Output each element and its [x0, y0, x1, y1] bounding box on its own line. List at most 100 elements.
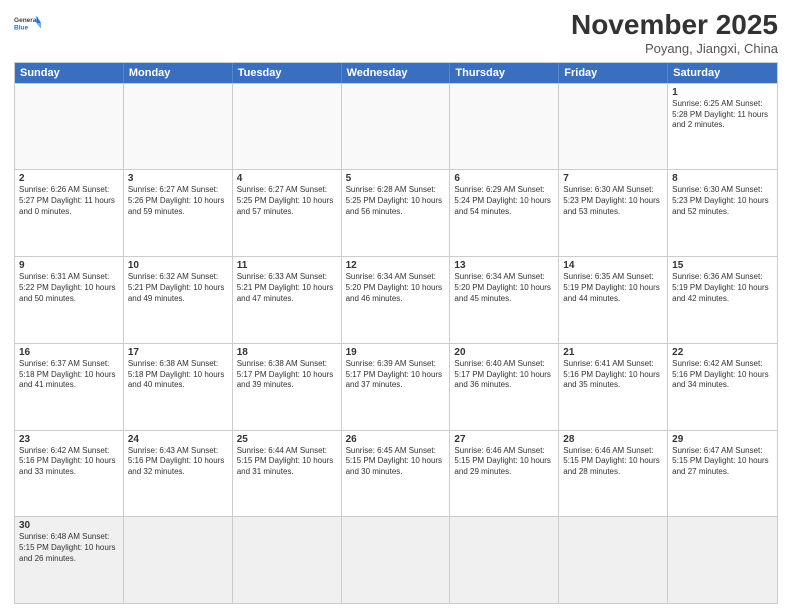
logo: GeneralBlue — [14, 10, 42, 38]
cell-info: Sunrise: 6:26 AM Sunset: 5:27 PM Dayligh… — [19, 185, 119, 217]
header: GeneralBlue November 2025 Poyang, Jiangx… — [14, 10, 778, 56]
calendar-body: 1Sunrise: 6:25 AM Sunset: 5:28 PM Daylig… — [15, 83, 777, 603]
cal-cell-r3-c5: 21Sunrise: 6:41 AM Sunset: 5:16 PM Dayli… — [559, 344, 668, 430]
cal-cell-r3-c6: 22Sunrise: 6:42 AM Sunset: 5:16 PM Dayli… — [668, 344, 777, 430]
day-number: 16 — [19, 347, 119, 358]
day-number: 5 — [346, 173, 446, 184]
day-number: 11 — [237, 260, 337, 271]
cal-cell-r2-c4: 13Sunrise: 6:34 AM Sunset: 5:20 PM Dayli… — [450, 257, 559, 343]
header-monday: Monday — [124, 63, 233, 83]
cal-cell-r2-c5: 14Sunrise: 6:35 AM Sunset: 5:19 PM Dayli… — [559, 257, 668, 343]
cal-cell-r2-c3: 12Sunrise: 6:34 AM Sunset: 5:20 PM Dayli… — [342, 257, 451, 343]
cal-cell-r1-c0: 2Sunrise: 6:26 AM Sunset: 5:27 PM Daylig… — [15, 170, 124, 256]
cal-cell-r5-c6 — [668, 517, 777, 603]
day-number: 4 — [237, 173, 337, 184]
cell-info: Sunrise: 6:34 AM Sunset: 5:20 PM Dayligh… — [454, 272, 554, 304]
day-number: 23 — [19, 434, 119, 445]
cell-info: Sunrise: 6:39 AM Sunset: 5:17 PM Dayligh… — [346, 359, 446, 391]
cal-cell-r4-c3: 26Sunrise: 6:45 AM Sunset: 5:15 PM Dayli… — [342, 431, 451, 517]
day-number: 17 — [128, 347, 228, 358]
cal-cell-r4-c6: 29Sunrise: 6:47 AM Sunset: 5:15 PM Dayli… — [668, 431, 777, 517]
cal-cell-r3-c2: 18Sunrise: 6:38 AM Sunset: 5:17 PM Dayli… — [233, 344, 342, 430]
cal-cell-r0-c6: 1Sunrise: 6:25 AM Sunset: 5:28 PM Daylig… — [668, 84, 777, 170]
day-number: 29 — [672, 434, 773, 445]
cal-cell-r3-c0: 16Sunrise: 6:37 AM Sunset: 5:18 PM Dayli… — [15, 344, 124, 430]
day-number: 13 — [454, 260, 554, 271]
day-number: 18 — [237, 347, 337, 358]
cell-info: Sunrise: 6:36 AM Sunset: 5:19 PM Dayligh… — [672, 272, 773, 304]
cal-cell-r1-c5: 7Sunrise: 6:30 AM Sunset: 5:23 PM Daylig… — [559, 170, 668, 256]
day-number: 10 — [128, 260, 228, 271]
calendar-row-1: 2Sunrise: 6:26 AM Sunset: 5:27 PM Daylig… — [15, 169, 777, 256]
day-number: 24 — [128, 434, 228, 445]
cell-info: Sunrise: 6:34 AM Sunset: 5:20 PM Dayligh… — [346, 272, 446, 304]
cell-info: Sunrise: 6:31 AM Sunset: 5:22 PM Dayligh… — [19, 272, 119, 304]
cell-info: Sunrise: 6:29 AM Sunset: 5:24 PM Dayligh… — [454, 185, 554, 217]
cal-cell-r5-c1 — [124, 517, 233, 603]
cal-cell-r0-c4 — [450, 84, 559, 170]
title-block: November 2025 Poyang, Jiangxi, China — [571, 10, 778, 56]
page: GeneralBlue November 2025 Poyang, Jiangx… — [0, 0, 792, 612]
cal-cell-r5-c2 — [233, 517, 342, 603]
day-number: 6 — [454, 173, 554, 184]
day-number: 21 — [563, 347, 663, 358]
header-thursday: Thursday — [450, 63, 559, 83]
cell-info: Sunrise: 6:42 AM Sunset: 5:16 PM Dayligh… — [672, 359, 773, 391]
calendar-row-3: 16Sunrise: 6:37 AM Sunset: 5:18 PM Dayli… — [15, 343, 777, 430]
cal-cell-r5-c4 — [450, 517, 559, 603]
cal-cell-r3-c1: 17Sunrise: 6:38 AM Sunset: 5:18 PM Dayli… — [124, 344, 233, 430]
day-number: 25 — [237, 434, 337, 445]
day-number: 15 — [672, 260, 773, 271]
cal-cell-r0-c2 — [233, 84, 342, 170]
logo-icon: GeneralBlue — [14, 10, 42, 38]
day-number: 9 — [19, 260, 119, 271]
calendar-row-2: 9Sunrise: 6:31 AM Sunset: 5:22 PM Daylig… — [15, 256, 777, 343]
subtitle: Poyang, Jiangxi, China — [571, 41, 778, 56]
cell-info: Sunrise: 6:43 AM Sunset: 5:16 PM Dayligh… — [128, 446, 228, 478]
cal-cell-r1-c1: 3Sunrise: 6:27 AM Sunset: 5:26 PM Daylig… — [124, 170, 233, 256]
day-number: 7 — [563, 173, 663, 184]
day-number: 3 — [128, 173, 228, 184]
cell-info: Sunrise: 6:32 AM Sunset: 5:21 PM Dayligh… — [128, 272, 228, 304]
day-number: 22 — [672, 347, 773, 358]
calendar-row-5: 30Sunrise: 6:48 AM Sunset: 5:15 PM Dayli… — [15, 516, 777, 603]
cal-cell-r2-c6: 15Sunrise: 6:36 AM Sunset: 5:19 PM Dayli… — [668, 257, 777, 343]
day-number: 14 — [563, 260, 663, 271]
cell-info: Sunrise: 6:40 AM Sunset: 5:17 PM Dayligh… — [454, 359, 554, 391]
cell-info: Sunrise: 6:38 AM Sunset: 5:17 PM Dayligh… — [237, 359, 337, 391]
day-number: 26 — [346, 434, 446, 445]
cell-info: Sunrise: 6:47 AM Sunset: 5:15 PM Dayligh… — [672, 446, 773, 478]
header-tuesday: Tuesday — [233, 63, 342, 83]
header-friday: Friday — [559, 63, 668, 83]
cell-info: Sunrise: 6:28 AM Sunset: 5:25 PM Dayligh… — [346, 185, 446, 217]
cell-info: Sunrise: 6:30 AM Sunset: 5:23 PM Dayligh… — [563, 185, 663, 217]
cal-cell-r1-c2: 4Sunrise: 6:27 AM Sunset: 5:25 PM Daylig… — [233, 170, 342, 256]
calendar-header: Sunday Monday Tuesday Wednesday Thursday… — [15, 63, 777, 83]
cal-cell-r0-c5 — [559, 84, 668, 170]
day-number: 20 — [454, 347, 554, 358]
cell-info: Sunrise: 6:33 AM Sunset: 5:21 PM Dayligh… — [237, 272, 337, 304]
day-number: 27 — [454, 434, 554, 445]
cal-cell-r1-c3: 5Sunrise: 6:28 AM Sunset: 5:25 PM Daylig… — [342, 170, 451, 256]
day-number: 19 — [346, 347, 446, 358]
cal-cell-r2-c1: 10Sunrise: 6:32 AM Sunset: 5:21 PM Dayli… — [124, 257, 233, 343]
cal-cell-r0-c3 — [342, 84, 451, 170]
cal-cell-r2-c2: 11Sunrise: 6:33 AM Sunset: 5:21 PM Dayli… — [233, 257, 342, 343]
cal-cell-r5-c5 — [559, 517, 668, 603]
cal-cell-r3-c4: 20Sunrise: 6:40 AM Sunset: 5:17 PM Dayli… — [450, 344, 559, 430]
cell-info: Sunrise: 6:48 AM Sunset: 5:15 PM Dayligh… — [19, 532, 119, 564]
cell-info: Sunrise: 6:30 AM Sunset: 5:23 PM Dayligh… — [672, 185, 773, 217]
cell-info: Sunrise: 6:41 AM Sunset: 5:16 PM Dayligh… — [563, 359, 663, 391]
header-sunday: Sunday — [15, 63, 124, 83]
header-saturday: Saturday — [668, 63, 777, 83]
cell-info: Sunrise: 6:38 AM Sunset: 5:18 PM Dayligh… — [128, 359, 228, 391]
svg-text:Blue: Blue — [14, 25, 28, 32]
cal-cell-r3-c3: 19Sunrise: 6:39 AM Sunset: 5:17 PM Dayli… — [342, 344, 451, 430]
cal-cell-r2-c0: 9Sunrise: 6:31 AM Sunset: 5:22 PM Daylig… — [15, 257, 124, 343]
cell-info: Sunrise: 6:42 AM Sunset: 5:16 PM Dayligh… — [19, 446, 119, 478]
cell-info: Sunrise: 6:35 AM Sunset: 5:19 PM Dayligh… — [563, 272, 663, 304]
day-number: 12 — [346, 260, 446, 271]
calendar: Sunday Monday Tuesday Wednesday Thursday… — [14, 62, 778, 604]
calendar-row-0: 1Sunrise: 6:25 AM Sunset: 5:28 PM Daylig… — [15, 83, 777, 170]
cell-info: Sunrise: 6:46 AM Sunset: 5:15 PM Dayligh… — [454, 446, 554, 478]
